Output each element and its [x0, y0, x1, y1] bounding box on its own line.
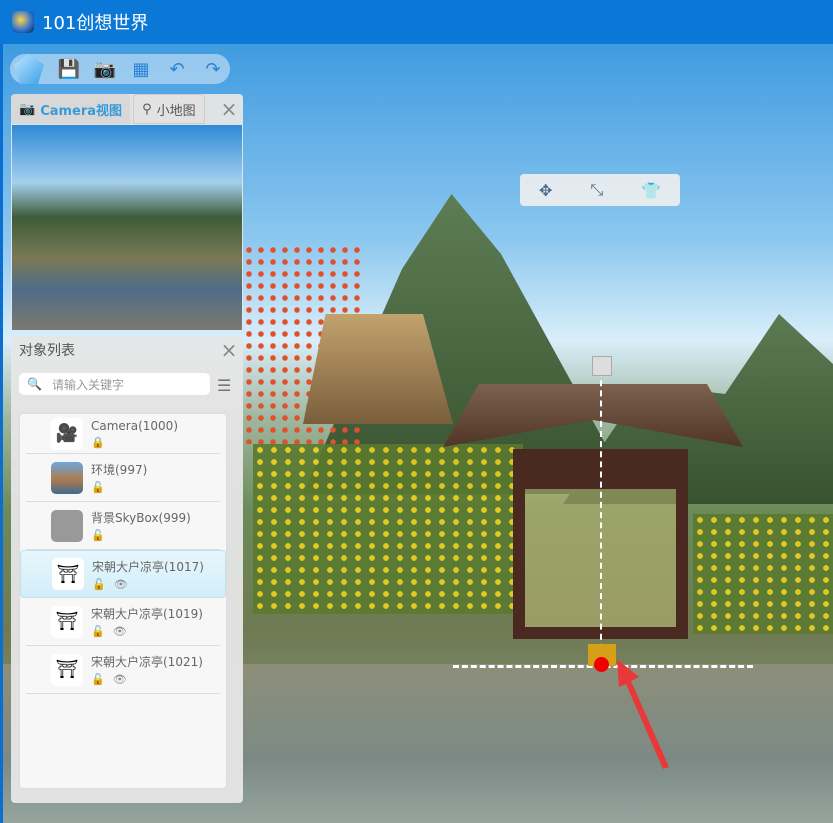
object-list[interactable]: 🎥 Camera(1000) 🔒 环境(997) 🔓 背景SkyBox(999) 🔓 …: [19, 413, 227, 789]
item-name: 环境(997): [91, 463, 148, 477]
camera-snapshot-icon[interactable]: 📷: [94, 58, 116, 80]
camera-preview: [12, 125, 242, 330]
title-bar: 101创想世界: [0, 0, 833, 44]
unlock-icon[interactable]: 🔓: [91, 529, 105, 542]
flower-bed: [253, 444, 523, 614]
object-list-panel: 对象列表 × 🔍 请输入关键字 ☰ 🎥 Camera(1000) 🔒 环境(997)…: [11, 336, 243, 803]
window-title: 101创想世界: [42, 13, 149, 34]
move-icon[interactable]: ✥: [539, 181, 552, 200]
outfit-icon[interactable]: 👕: [641, 181, 661, 200]
map-pin-icon: ⚲: [142, 101, 152, 117]
close-icon[interactable]: ×: [215, 94, 243, 124]
app-icon: [12, 11, 34, 33]
save-icon[interactable]: 💾: [58, 58, 80, 80]
undo-icon[interactable]: ↶: [166, 58, 188, 80]
main-toolbar: 💾 📷 ▦ ↶ ↷: [10, 54, 230, 84]
panel-title: 对象列表: [19, 343, 75, 359]
camera-panel: 📷 Camera视图 ⚲ 小地图 ×: [11, 94, 243, 330]
pavilion-thumb-icon: ⛩: [51, 653, 83, 686]
eye-icon[interactable]: 👁: [113, 625, 127, 638]
list-item[interactable]: 🎥 Camera(1000) 🔒: [26, 414, 220, 454]
logo-gem-icon[interactable]: [14, 54, 44, 84]
list-item[interactable]: ⛩ 宋朝大户凉亭(1021) 🔓 👁: [26, 646, 220, 694]
annotation-arrow-icon: [617, 659, 669, 769]
environment-thumb: [51, 461, 83, 494]
flower-bed: [693, 514, 833, 634]
eye-icon[interactable]: 👁: [114, 578, 128, 591]
gizmo-pivot-dot[interactable]: [594, 657, 609, 672]
grid-icon[interactable]: ▦: [130, 58, 152, 80]
gizmo-toolbar: ✥ ⤡ 👕: [520, 174, 680, 206]
list-menu-icon[interactable]: ☰: [217, 376, 231, 395]
eye-icon[interactable]: 👁: [113, 673, 127, 686]
search-input[interactable]: 🔍 请输入关键字: [19, 373, 210, 395]
lock-icon[interactable]: 🔒: [91, 436, 105, 449]
item-name: 宋朝大户凉亭(1021): [91, 655, 203, 669]
item-name: 背景SkyBox(999): [91, 511, 191, 525]
item-name: Camera(1000): [91, 418, 178, 433]
pavilion-thumb-icon: ⛩: [52, 558, 84, 590]
redo-icon[interactable]: ↷: [202, 58, 224, 80]
camera-icon: 📷: [19, 101, 36, 117]
gizmo-vertical-handle[interactable]: [600, 360, 603, 660]
unlock-icon[interactable]: 🔓: [91, 673, 105, 686]
gizmo-top-handle[interactable]: [592, 356, 612, 376]
list-item-selected[interactable]: ⛩ 宋朝大户凉亭(1017) 🔓 👁: [20, 550, 226, 598]
item-name: 宋朝大户凉亭(1017): [92, 559, 204, 574]
unlock-icon[interactable]: 🔓: [91, 481, 105, 494]
unlock-icon[interactable]: 🔓: [91, 625, 105, 638]
skybox-thumb: [51, 509, 83, 542]
list-item[interactable]: 环境(997) 🔓: [26, 454, 220, 502]
search-icon: 🔍: [27, 377, 42, 391]
unlock-icon[interactable]: 🔓: [92, 578, 106, 591]
camera-thumb-icon: 🎥: [51, 417, 83, 450]
scale-icon[interactable]: ⤡: [590, 180, 603, 200]
list-item[interactable]: 背景SkyBox(999) 🔓: [26, 502, 220, 550]
tab-minimap[interactable]: ⚲ 小地图: [133, 94, 205, 124]
tab-label: 小地图: [156, 103, 196, 119]
pavilion-thumb-icon: ⛩: [51, 605, 83, 638]
list-item[interactable]: ⛩ 宋朝大户凉亭(1019) 🔓 👁: [26, 598, 220, 646]
tab-camera-view[interactable]: 📷 Camera视图: [11, 94, 131, 124]
tab-label: Camera视图: [40, 103, 123, 119]
search-placeholder: 请输入关键字: [51, 377, 124, 392]
close-icon[interactable]: ×: [215, 336, 243, 364]
item-name: 宋朝大户凉亭(1019): [91, 607, 203, 621]
